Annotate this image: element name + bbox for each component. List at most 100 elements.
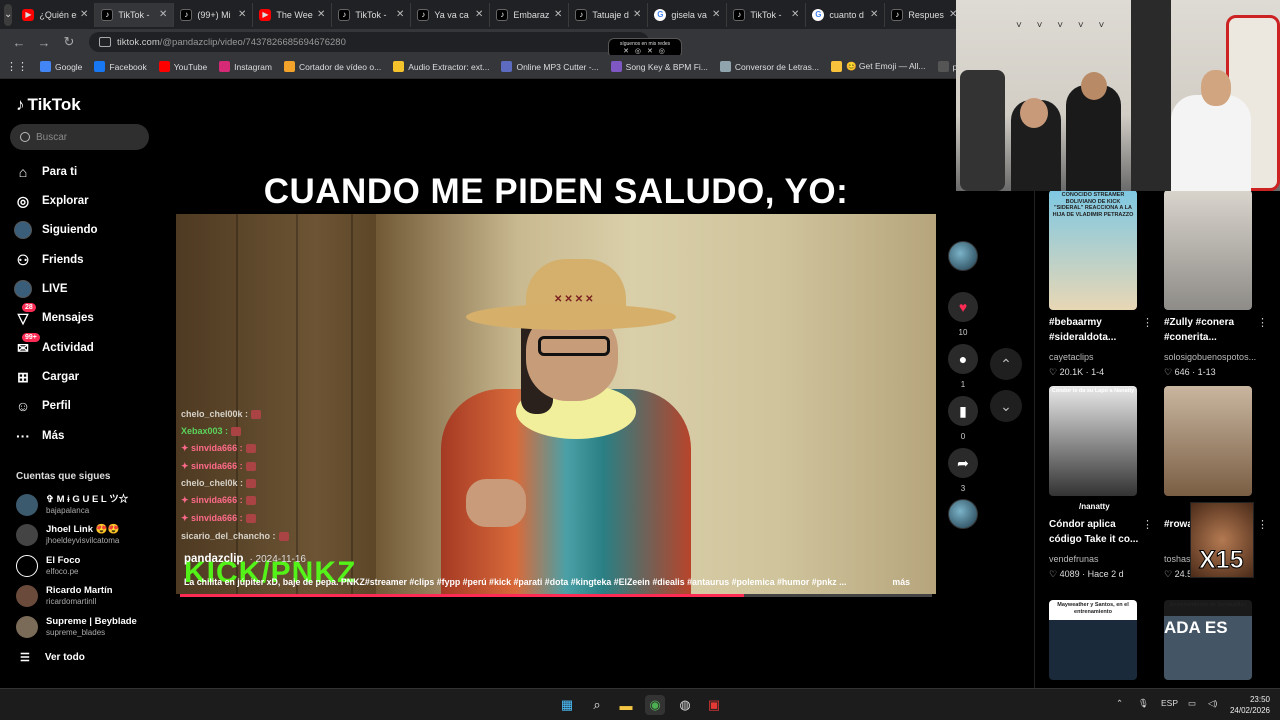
recommendation-title[interactable]: #Zully #conera #conerita... xyxy=(1164,316,1256,345)
browser-tab[interactable]: ♪ TikTok - ✕ xyxy=(332,2,412,27)
site-info-icon[interactable] xyxy=(99,37,111,47)
back-icon[interactable]: ← xyxy=(8,31,30,53)
hand xyxy=(466,479,526,527)
share-button[interactable]: ➦ 3 xyxy=(948,448,978,493)
save-button[interactable]: ▮ 0 xyxy=(948,396,978,441)
sidebar-item-más[interactable]: ··· Más xyxy=(14,425,164,447)
close-tab-icon[interactable]: ✕ xyxy=(396,9,404,20)
recommendation-thumbnail[interactable] xyxy=(1164,386,1252,496)
browser-tab[interactable]: ▶ The Wee ✕ xyxy=(253,2,333,27)
obs-icon[interactable]: ◍ xyxy=(675,695,695,715)
previous-video-button[interactable]: ⌃ xyxy=(990,348,1022,380)
language-indicator[interactable]: ESP xyxy=(1161,698,1178,708)
forward-icon[interactable]: → xyxy=(33,31,55,53)
more-options-icon[interactable]: ⋮ xyxy=(1257,518,1268,531)
bookmark-item[interactable]: Instagram xyxy=(219,61,272,72)
recommendation-author[interactable]: solosigobuenospotos... xyxy=(1164,352,1256,362)
url-field[interactable]: tiktok.com /@pandazclip/video/7437826685… xyxy=(89,32,649,52)
close-tab-icon[interactable]: ✕ xyxy=(870,9,878,20)
more-options-icon[interactable]: ⋮ xyxy=(1142,518,1153,531)
recommendation-title[interactable]: Cóndor aplica código Take it co... xyxy=(1049,518,1141,547)
browser-tab[interactable]: ♪ TikTok - ✕ xyxy=(95,2,175,27)
recommendation-thumbnail[interactable]: Mayweather y Santos, en el entrenamiento xyxy=(1049,600,1137,680)
browser-tab[interactable]: Ggisela va ✕ xyxy=(648,2,728,27)
profile-icon: ☺ xyxy=(15,398,31,414)
bookmark-item[interactable]: 😊 Get Emoji — All... xyxy=(830,61,926,72)
bookmark-item[interactable]: Google xyxy=(40,61,82,72)
browser-tab[interactable]: ♪ (99+) Mi ✕ xyxy=(174,2,254,27)
sidebar-item-cargar[interactable]: ⊞ Cargar xyxy=(14,366,164,388)
following-account[interactable]: Supreme | Beyblade supreme_blades xyxy=(16,614,166,640)
bookmark-item[interactable]: YouTube xyxy=(158,61,207,72)
sidebar-item-para-ti[interactable]: ⌂ Para ti xyxy=(14,161,164,183)
sidebar-item-perfil[interactable]: ☺ Perfil xyxy=(14,395,164,417)
apps-grid-icon[interactable]: ⋮⋮ xyxy=(6,60,28,73)
sound-disc-icon[interactable] xyxy=(948,499,978,529)
browser-tab[interactable]: ♪ Respues ✕ xyxy=(885,2,965,27)
taskbar-clock[interactable]: 23:50 24/02/2026 xyxy=(1230,694,1270,716)
browser-tab[interactable]: ♪ TikTok - ✕ xyxy=(727,2,807,27)
bookmark-item[interactable]: Song Key & BPM Fi... xyxy=(610,61,708,72)
recommendation-author[interactable]: vendefrunas xyxy=(1049,554,1099,564)
following-account[interactable]: Jhoel Link 😍😍 jhoeldeyvisvilcatoma xyxy=(16,522,166,548)
volume-icon[interactable]: ◁) xyxy=(1208,698,1217,709)
recommendation-thumbnail[interactable] xyxy=(1164,190,1252,310)
close-tab-icon[interactable]: ✕ xyxy=(475,9,483,20)
app-icon[interactable]: ▣ xyxy=(704,695,724,715)
search-icon[interactable]: ⌕ xyxy=(587,695,607,715)
close-tab-icon[interactable]: ✕ xyxy=(554,9,562,20)
browser-tab[interactable]: ♪ Ya va ca ✕ xyxy=(411,2,491,27)
following-account[interactable]: Ricardo Martín ricardomartinll xyxy=(16,583,166,609)
recommendation-thumbnail[interactable]: Cóndor le da su Lapo a Nanatty xyxy=(1049,386,1137,496)
reload-icon[interactable]: ↻ xyxy=(58,31,80,53)
following-account[interactable]: El Foco elfoco.pe xyxy=(16,553,166,579)
bookmark-item[interactable]: Online MP3 Cutter -... xyxy=(501,61,599,72)
close-tab-icon[interactable]: ✕ xyxy=(317,9,325,20)
search-input[interactable]: Buscar xyxy=(10,124,149,150)
comment-button[interactable]: ● 1 xyxy=(948,344,978,389)
close-tab-icon[interactable]: ✕ xyxy=(633,9,641,20)
bookmark-item[interactable]: Audio Extractor: ext... xyxy=(393,61,489,72)
like-button[interactable]: ♥ 10 xyxy=(948,292,978,337)
sidebar-item-mensajes[interactable]: ▽ 28 Mensajes xyxy=(14,303,164,329)
video-author[interactable]: pandazclip · 2024-11-16 xyxy=(184,553,306,565)
browser-tab[interactable]: ♪ Embaraz ✕ xyxy=(490,2,570,27)
bookmark-item[interactable]: Conversor de Letras... xyxy=(719,61,819,72)
more-options-icon[interactable]: ⋮ xyxy=(1142,316,1153,329)
sidebar-item-friends[interactable]: ⚇ Friends xyxy=(14,249,164,271)
tray-overflow-icon[interactable]: ⌃ xyxy=(1116,698,1123,709)
close-tab-icon[interactable]: ✕ xyxy=(712,9,720,20)
sidebar-item-actividad[interactable]: ✉ 99+ Actividad xyxy=(14,333,164,359)
more-options-icon[interactable]: ⋮ xyxy=(1257,316,1268,329)
more-link[interactable]: más xyxy=(892,577,910,587)
browser-tab[interactable]: ♪ Tatuaje d ✕ xyxy=(569,2,649,27)
next-video-button[interactable]: ⌄ xyxy=(990,390,1022,422)
recommendation-thumbnail[interactable]: CONOCIDO STREAMER BOLIVIANO DE KICK "SID… xyxy=(1049,190,1137,310)
following-account[interactable]: ✞ M ɨ G U E L ツ☆ bajapalanca xyxy=(16,492,166,518)
close-tab-icon[interactable]: ✕ xyxy=(238,9,246,20)
file-explorer-icon[interactable]: ▬ xyxy=(616,695,636,715)
recommendation-author[interactable]: cayetaclips xyxy=(1049,352,1094,362)
video-progress-bar[interactable] xyxy=(180,594,932,597)
network-icon[interactable]: ▭ xyxy=(1188,698,1196,709)
sidebar-item-explorar[interactable]: ◎ Explorar xyxy=(14,190,164,212)
video-player[interactable]: ✕✕✕✕ xyxy=(176,214,936,594)
microphone-icon[interactable]: 🎙 xyxy=(1138,698,1149,709)
browser-tab[interactable]: Gcuanto d ✕ xyxy=(806,2,886,27)
creator-avatar[interactable] xyxy=(948,241,978,271)
tab-search-menu-icon[interactable]: ⌄ xyxy=(4,3,13,26)
bookmark-item[interactable]: Cortador de vídeo o... xyxy=(283,61,381,72)
close-tab-icon[interactable]: ✕ xyxy=(791,9,799,20)
sidebar-item-siguiendo[interactable]: Siguiendo xyxy=(14,219,164,241)
windows-start-icon[interactable]: ▦ xyxy=(557,695,577,715)
tiktok-logo[interactable]: ♪ TikTok xyxy=(16,95,81,115)
bookmark-item[interactable]: Facebook xyxy=(94,61,147,72)
close-tab-icon[interactable]: ✕ xyxy=(80,9,88,20)
recommendation-thumbnail[interactable]: Entrenamiento de Sentadillas ADA ES xyxy=(1164,600,1252,680)
chrome-icon[interactable]: ◉ xyxy=(645,695,665,715)
close-tab-icon[interactable]: ✕ xyxy=(159,9,167,20)
see-all-link[interactable]: ☰ Ver todo xyxy=(20,651,85,664)
browser-tab[interactable]: ▶ ¿Quién es ✕ xyxy=(16,2,96,27)
sidebar-item-live[interactable]: LIVE xyxy=(14,278,164,300)
recommendation-title[interactable]: #bebaarmy #sideraldota... xyxy=(1049,316,1141,345)
